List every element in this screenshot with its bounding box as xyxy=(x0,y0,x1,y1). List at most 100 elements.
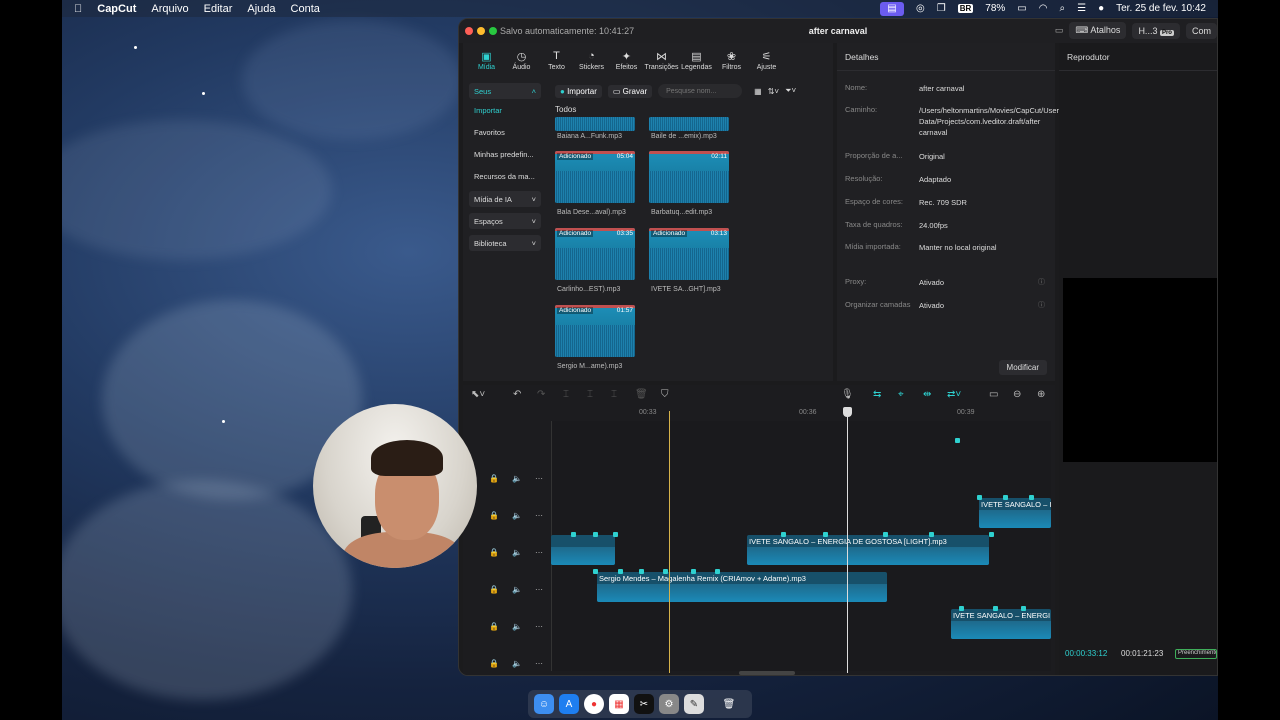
volume-icon[interactable]: 🔈 xyxy=(512,585,522,594)
menu-arquivo[interactable]: Arquivo xyxy=(151,3,188,15)
keyframe-marker[interactable] xyxy=(955,438,960,443)
tool-filtros[interactable]: ❀ Filtros xyxy=(714,50,749,71)
more-icon[interactable]: ⋯ xyxy=(535,474,543,483)
keyframe-marker[interactable] xyxy=(593,569,598,574)
nav-favoritos[interactable]: Favoritos xyxy=(469,121,541,143)
clock[interactable]: Ter. 25 de fev. 10:42 xyxy=(1116,3,1206,14)
media-clip[interactable]: Adicionado 01:57 xyxy=(555,305,635,357)
keyframe-marker[interactable] xyxy=(663,569,668,574)
timeline-audio-clip[interactable]: Sergio Mendes – Magalenha Remix (CRIAmov… xyxy=(597,572,887,602)
control-center-icon[interactable]: ☰ xyxy=(1077,3,1086,14)
zoom-button[interactable] xyxy=(489,27,497,35)
tool-midia[interactable]: ▣ Mídia xyxy=(469,50,504,71)
menu-app-name[interactable]: CapCut xyxy=(97,3,136,15)
snap-icon[interactable]: ⌖ xyxy=(898,389,904,400)
finder-icon[interactable]: ☺ xyxy=(534,694,554,714)
info-icon[interactable]: ⓘ xyxy=(1038,300,1045,310)
keyframe-marker[interactable] xyxy=(989,532,994,537)
select-tool-icon[interactable]: ⬉˅ xyxy=(471,389,485,400)
media-clip[interactable]: 02:11 xyxy=(649,151,729,203)
battery-icon[interactable]: ▭ xyxy=(1017,3,1026,14)
grid-view-icon[interactable]: ▦ xyxy=(754,87,762,96)
more-icon[interactable]: ⋯ xyxy=(535,511,543,520)
media-clip[interactable]: Adicionado 03:13 xyxy=(649,228,729,280)
timeline-audio-clip[interactable]: IVETE SANGALO – I xyxy=(979,498,1051,528)
undo-icon[interactable]: ↶ xyxy=(513,389,521,400)
more-icon[interactable]: ⋯ xyxy=(535,622,543,631)
lock-icon[interactable]: 🔒 xyxy=(489,548,499,557)
nav-midia-ia[interactable]: Mídia de IA ˅ xyxy=(469,191,541,207)
timeline-ruler[interactable]: 00:33 00:36 00:39 xyxy=(551,407,1051,421)
keyframe-marker[interactable] xyxy=(1021,606,1026,611)
lock-icon[interactable]: 🔒 xyxy=(489,585,499,594)
menu-conta[interactable]: Conta xyxy=(291,3,320,15)
keyboard-layout[interactable]: BR xyxy=(957,4,974,13)
keyframe-marker[interactable] xyxy=(977,495,982,500)
search-icon[interactable]: ⌕ xyxy=(1059,3,1065,14)
keyframe-marker[interactable] xyxy=(593,532,598,537)
split-left-icon[interactable]: ⌶ xyxy=(587,389,593,400)
keyframe-marker[interactable] xyxy=(883,532,888,537)
chrome-icon[interactable]: ● xyxy=(584,694,604,714)
capcut-status-icon[interactable]: ▤ xyxy=(880,1,905,16)
nav-importar[interactable]: Importar xyxy=(469,99,541,121)
nav-recursos[interactable]: Recursos da ma... xyxy=(469,165,541,187)
keyframe-marker[interactable] xyxy=(1029,495,1034,500)
shield-icon[interactable]: ⛉ xyxy=(661,389,669,400)
minimize-button[interactable] xyxy=(477,27,485,35)
keyframe-marker[interactable] xyxy=(613,532,618,537)
close-button[interactable] xyxy=(465,27,473,35)
siri-icon[interactable]: ● xyxy=(1098,3,1104,14)
volume-icon[interactable]: 🔈 xyxy=(512,474,522,483)
nav-biblioteca[interactable]: Biblioteca ˅ xyxy=(469,235,541,251)
menu-editar[interactable]: Editar xyxy=(204,3,233,15)
redo-icon[interactable]: ↷ xyxy=(537,389,545,400)
playhead-handle[interactable] xyxy=(843,407,852,417)
app-store-icon[interactable]: A xyxy=(559,694,579,714)
keyframe-marker[interactable] xyxy=(929,532,934,537)
nav-predefinidas[interactable]: Minhas predefin... xyxy=(469,143,541,165)
capcut-icon[interactable]: ✂ xyxy=(634,694,654,714)
volume-icon[interactable]: 🔈 xyxy=(512,548,522,557)
volume-icon[interactable]: 🔈 xyxy=(512,622,522,631)
magnet-icon[interactable]: ⇹ xyxy=(923,389,931,400)
modify-button[interactable]: Modificar xyxy=(998,360,1047,375)
more-icon[interactable]: ⋯ xyxy=(535,659,543,668)
tool-stickers[interactable]: ◔ Stickers xyxy=(574,50,609,71)
lock-icon[interactable]: 🔒 xyxy=(489,659,499,668)
keyframe-marker[interactable] xyxy=(993,606,998,611)
lock-icon[interactable]: 🔒 xyxy=(489,474,499,483)
import-button[interactable]: ● Importar xyxy=(555,84,602,98)
preview-axis-icon[interactable]: ⇄˅ xyxy=(947,389,961,400)
calendar-icon[interactable]: ▦ xyxy=(609,694,629,714)
player-viewport[interactable] xyxy=(1063,278,1217,462)
nav-espacos[interactable]: Espaços ˅ xyxy=(469,213,541,229)
timeline-scrollbar[interactable] xyxy=(739,671,795,675)
share-button[interactable]: Com xyxy=(1185,22,1217,39)
zoom-out-icon[interactable]: ⊖ xyxy=(1013,389,1021,400)
timeline-audio-clip[interactable]: IVETE SANGALO – ENERGI xyxy=(951,609,1051,639)
layout-icon[interactable]: ▭ xyxy=(1055,25,1064,36)
timeline-audio-clip[interactable] xyxy=(551,535,615,565)
lock-icon[interactable]: 🔒 xyxy=(489,622,499,631)
delete-icon[interactable]: 🗑 xyxy=(635,389,648,400)
keyframe-marker[interactable] xyxy=(618,569,623,574)
tool-ajuste[interactable]: ⚟ Ajuste xyxy=(749,50,784,71)
keyframe-marker[interactable] xyxy=(1003,495,1008,500)
tool-transicoes[interactable]: ⋈ Transições xyxy=(644,50,679,71)
keyframe-marker[interactable] xyxy=(691,569,696,574)
keyframe-marker[interactable] xyxy=(639,569,644,574)
search-input[interactable] xyxy=(658,84,743,98)
tool-audio[interactable]: ◷ Áudio xyxy=(504,50,539,71)
preview-fill-button[interactable]: Preenchimento xyxy=(1175,649,1217,659)
volume-icon[interactable]: 🔈 xyxy=(512,659,522,668)
keyframe-marker[interactable] xyxy=(823,532,828,537)
trash-icon[interactable]: 🗑 xyxy=(719,694,739,714)
more-icon[interactable]: ⋯ xyxy=(535,548,543,557)
scripteditor-icon[interactable]: ✎ xyxy=(684,694,704,714)
shortcuts-button[interactable]: ⌨ Atalhos xyxy=(1069,22,1127,39)
settings-icon[interactable]: ⚙ xyxy=(659,694,679,714)
screen-record-icon[interactable]: ◎ xyxy=(916,3,925,14)
media-clip[interactable] xyxy=(555,117,635,131)
tool-legendas[interactable]: ▤ Legendas xyxy=(679,50,714,71)
